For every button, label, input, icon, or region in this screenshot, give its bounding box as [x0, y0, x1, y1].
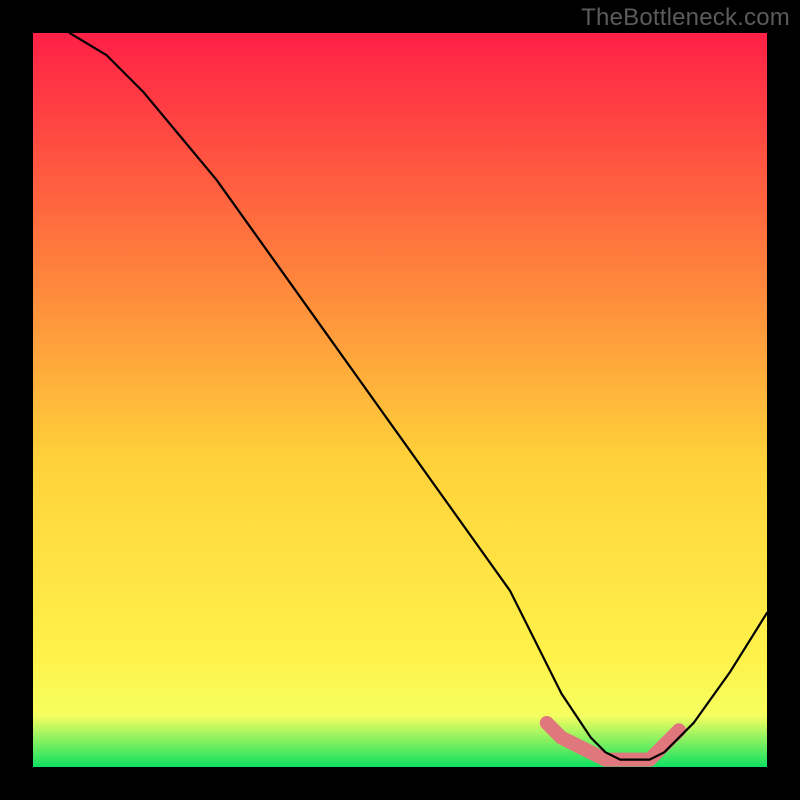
gradient-and-curve — [33, 33, 767, 767]
gradient-bg — [33, 33, 767, 767]
plot-area — [33, 33, 767, 767]
watermark-text: TheBottleneck.com — [581, 4, 790, 32]
chart-stage: TheBottleneck.com — [0, 0, 800, 800]
